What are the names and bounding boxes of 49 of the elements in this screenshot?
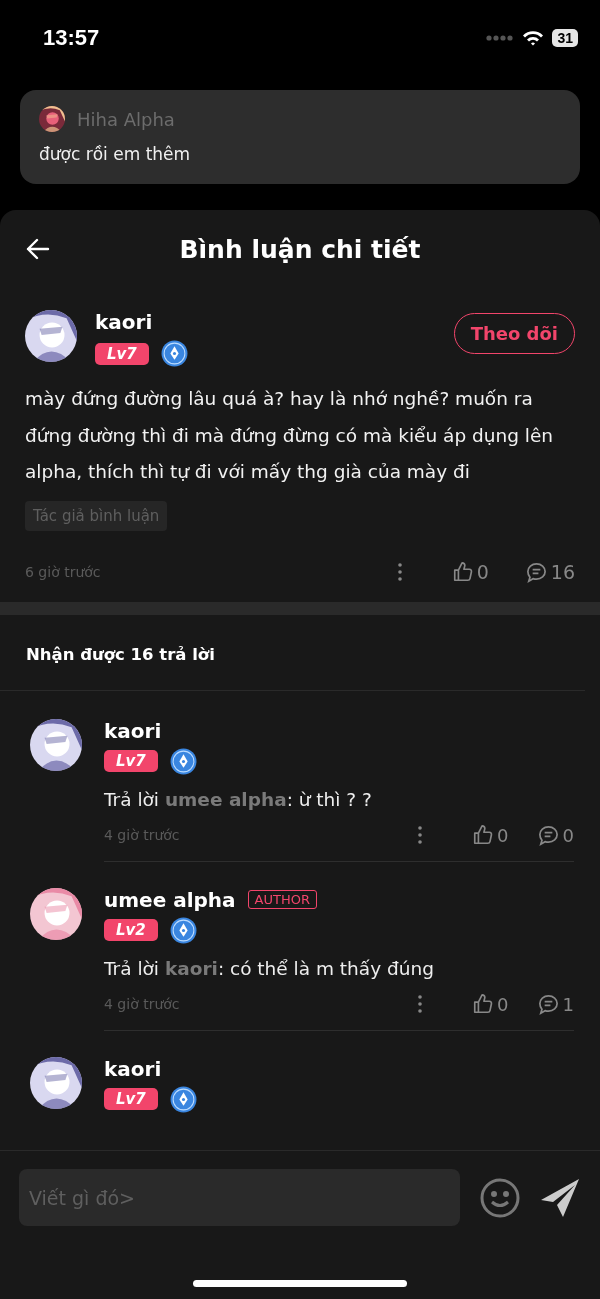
author-badge: AUTHOR: [247, 890, 317, 909]
like-button[interactable]: 0: [472, 993, 509, 1015]
send-button[interactable]: [540, 1177, 580, 1218]
reply-author-name[interactable]: kaori: [104, 1056, 162, 1081]
thumbs-up-icon: [451, 561, 474, 583]
reply-time: 4 giờ trước: [104, 827, 181, 843]
comment-icon: [536, 823, 560, 847]
author-name[interactable]: kaori: [95, 310, 436, 334]
thumbs-up-icon: [472, 993, 495, 1015]
notification-message: được rồi em thêm: [39, 144, 192, 164]
reply-count-button[interactable]: 1: [536, 992, 574, 1016]
wifi-icon: [522, 29, 545, 46]
reply-author-name[interactable]: kaori: [104, 718, 162, 743]
reply-text: Trả lời kaori: có thể là m thấy đúng: [104, 957, 435, 979]
notification-sender: Hiha Alpha: [77, 108, 175, 130]
pen-nib-icon: [169, 747, 197, 775]
comment-time: 6 giờ trước: [25, 564, 102, 580]
level-badge: Lv7: [104, 750, 158, 772]
notification-banner[interactable]: Hiha Alpha được rồi em thêm: [20, 90, 580, 184]
emoji-button[interactable]: [480, 1177, 520, 1218]
replies-heading: Nhận được 16 trả lời: [26, 644, 215, 664]
page-title: Bình luận chi tiết: [179, 234, 421, 264]
smiley-icon: [480, 1177, 520, 1218]
comment-text: mày đứng đường lâu quá à? hay là nhớ nghề? muốn ra đứng đường thì đi mà đứng đừng có mà kiểu áp dụng lên alpha, thích thì tự đi với mấy thg già của mày đi: [25, 387, 555, 484]
level-badge: Lv2: [104, 919, 158, 941]
comment-icon: [524, 560, 548, 584]
level-badge: Lv7: [104, 1088, 158, 1110]
more-icon[interactable]: [397, 563, 402, 581]
signal-icon: [486, 34, 515, 41]
reply-text: Trả lời umee alpha: ừ thì ? ?: [104, 788, 373, 810]
like-button[interactable]: 0: [451, 561, 489, 583]
comment-icon: [536, 992, 560, 1016]
pen-nib-icon: [160, 340, 188, 367]
comment-author-tag: Tác giả bình luận: [25, 500, 168, 531]
reply-author-name[interactable]: umee alpha: [104, 887, 236, 912]
paper-plane-icon: [540, 1177, 580, 1218]
more-icon[interactable]: [418, 995, 423, 1013]
reply-time: 4 giờ trước: [104, 996, 181, 1012]
level-badge: Lv7: [95, 342, 149, 365]
reply-count-button[interactable]: 16: [524, 560, 575, 584]
pen-nib-icon: [169, 1085, 197, 1113]
thumbs-up-icon: [472, 824, 495, 846]
reply-count-button[interactable]: 0: [536, 823, 574, 847]
more-icon[interactable]: [418, 826, 423, 844]
pen-nib-icon: [169, 916, 197, 944]
battery-indicator: 31: [552, 28, 578, 47]
status-time: 13:57: [43, 24, 100, 51]
back-arrow-icon: [26, 238, 50, 260]
like-button[interactable]: 0: [472, 824, 509, 846]
